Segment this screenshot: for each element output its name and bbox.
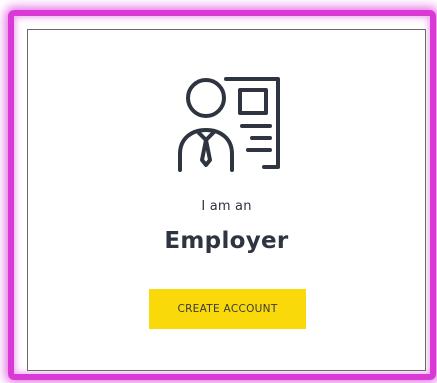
employer-card: I am an Employer CREATE ACCOUNT bbox=[27, 29, 426, 371]
screenshot-frame: I am an Employer CREATE ACCOUNT bbox=[0, 0, 437, 383]
create-account-button[interactable]: CREATE ACCOUNT bbox=[149, 289, 306, 329]
card-title: Employer bbox=[164, 228, 289, 254]
card-subtitle: I am an bbox=[201, 199, 252, 214]
employer-badge-icon bbox=[178, 77, 280, 172]
